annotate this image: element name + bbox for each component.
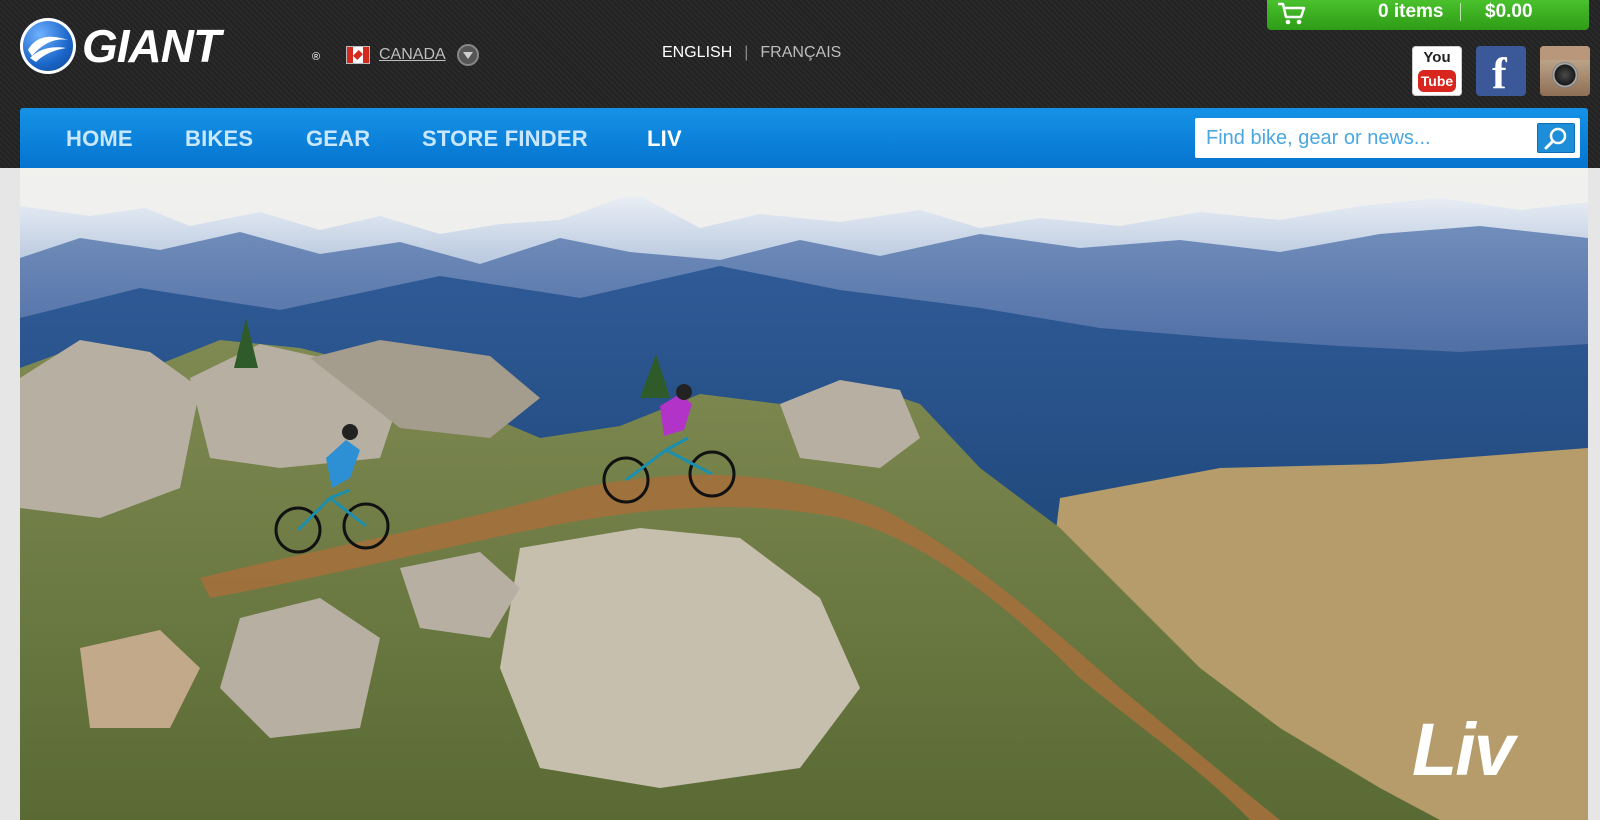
registered-mark: ® <box>312 51 321 63</box>
liv-logo: Liv <box>1412 708 1515 791</box>
brand-name: GIANT <box>82 20 221 72</box>
search-button[interactable] <box>1537 123 1575 153</box>
cart-summary[interactable]: 0 items $0.00 <box>1267 0 1589 30</box>
language-english[interactable]: ENGLISH <box>662 44 732 61</box>
search-box <box>1195 118 1580 158</box>
instagram-band <box>1540 46 1590 60</box>
canada-flag-icon <box>346 46 370 64</box>
facebook-icon[interactable]: f <box>1476 46 1526 98</box>
giant-globe-icon <box>20 18 76 74</box>
nav-item-store-finder[interactable]: STORE FINDER <box>422 126 588 152</box>
region-selector[interactable]: CANADA <box>346 43 479 67</box>
cart-divider <box>1460 3 1461 21</box>
chevron-down-icon[interactable] <box>456 44 479 66</box>
language-switcher: ENGLISH | FRANÇAIS <box>662 44 841 62</box>
language-divider: | <box>744 44 749 61</box>
region-label[interactable]: CANADA <box>379 46 446 64</box>
facebook-glyph: f <box>1492 49 1507 98</box>
main-navigation: HOME BIKES GEAR STORE FINDER LIV <box>20 108 1588 168</box>
youtube-icon[interactable]: You Tube <box>1412 46 1462 96</box>
instagram-lens <box>1552 62 1578 88</box>
hero-mountain-photo <box>20 168 1588 820</box>
language-french[interactable]: FRANÇAIS <box>760 44 841 61</box>
youtube-label-bottom: Tube <box>1418 70 1456 92</box>
shopping-cart-icon <box>1278 2 1306 25</box>
nav-item-home[interactable]: HOME <box>66 126 133 152</box>
nav-item-liv[interactable]: LIV <box>647 126 682 152</box>
hero-banner[interactable]: Liv <box>20 168 1588 820</box>
cart-item-count: 0 items <box>1378 1 1444 22</box>
cart-total: $0.00 <box>1485 1 1533 22</box>
instagram-icon[interactable] <box>1540 46 1590 96</box>
search-input[interactable] <box>1195 118 1525 158</box>
nav-item-gear[interactable]: GEAR <box>306 126 370 152</box>
youtube-label-top: You <box>1423 49 1451 66</box>
giant-logo[interactable]: GIANT ® <box>20 18 320 74</box>
nav-item-bikes[interactable]: BIKES <box>185 126 253 152</box>
search-icon <box>1544 127 1567 150</box>
